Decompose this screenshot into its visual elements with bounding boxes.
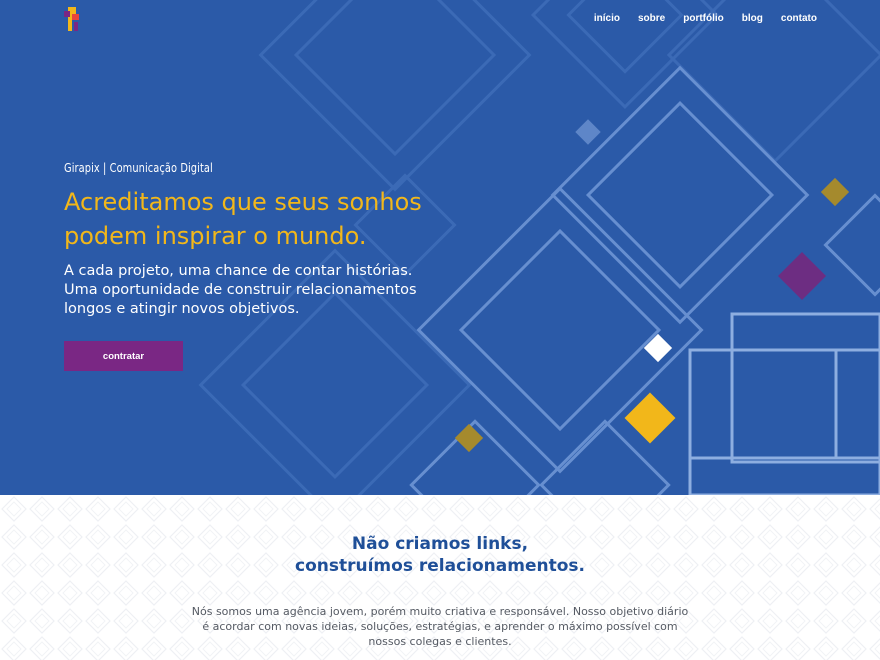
main-nav: início sobre portfólio blog contato: [585, 12, 817, 26]
hero-tagline: Girapix | Comunicação Digital: [64, 161, 213, 175]
about-section: Não criamos links, construímos relaciona…: [0, 495, 880, 660]
about-heading: Não criamos links, construímos relaciona…: [0, 533, 880, 577]
hero-section: início sobre portfólio blog contato Gira…: [0, 0, 880, 495]
about-heading-line2: construímos relacionamentos.: [295, 556, 585, 576]
hero-headline-line2: podem inspirar o mundo.: [64, 222, 367, 250]
nav-link-blog[interactable]: blog: [733, 12, 772, 26]
about-heading-line1: Não criamos links,: [351, 534, 529, 554]
about-text: Nós somos uma agência jovem, porém muito…: [191, 605, 689, 648]
hero-headline-line1: Acreditamos que seus sonhos: [64, 188, 422, 216]
nav-link-contato[interactable]: contato: [772, 12, 817, 26]
nav-link-inicio[interactable]: início: [585, 12, 629, 26]
nav-link-sobre[interactable]: sobre: [629, 12, 674, 26]
contratar-button[interactable]: contratar: [64, 341, 183, 371]
girapix-logo-icon[interactable]: [62, 5, 82, 33]
hero-subtitle: A cada projeto, uma chance de contar his…: [64, 263, 417, 317]
hero-headline: Acreditamos que seus sonhos podem inspir…: [64, 185, 484, 253]
nav-link-portfolio[interactable]: portfólio: [674, 12, 733, 26]
